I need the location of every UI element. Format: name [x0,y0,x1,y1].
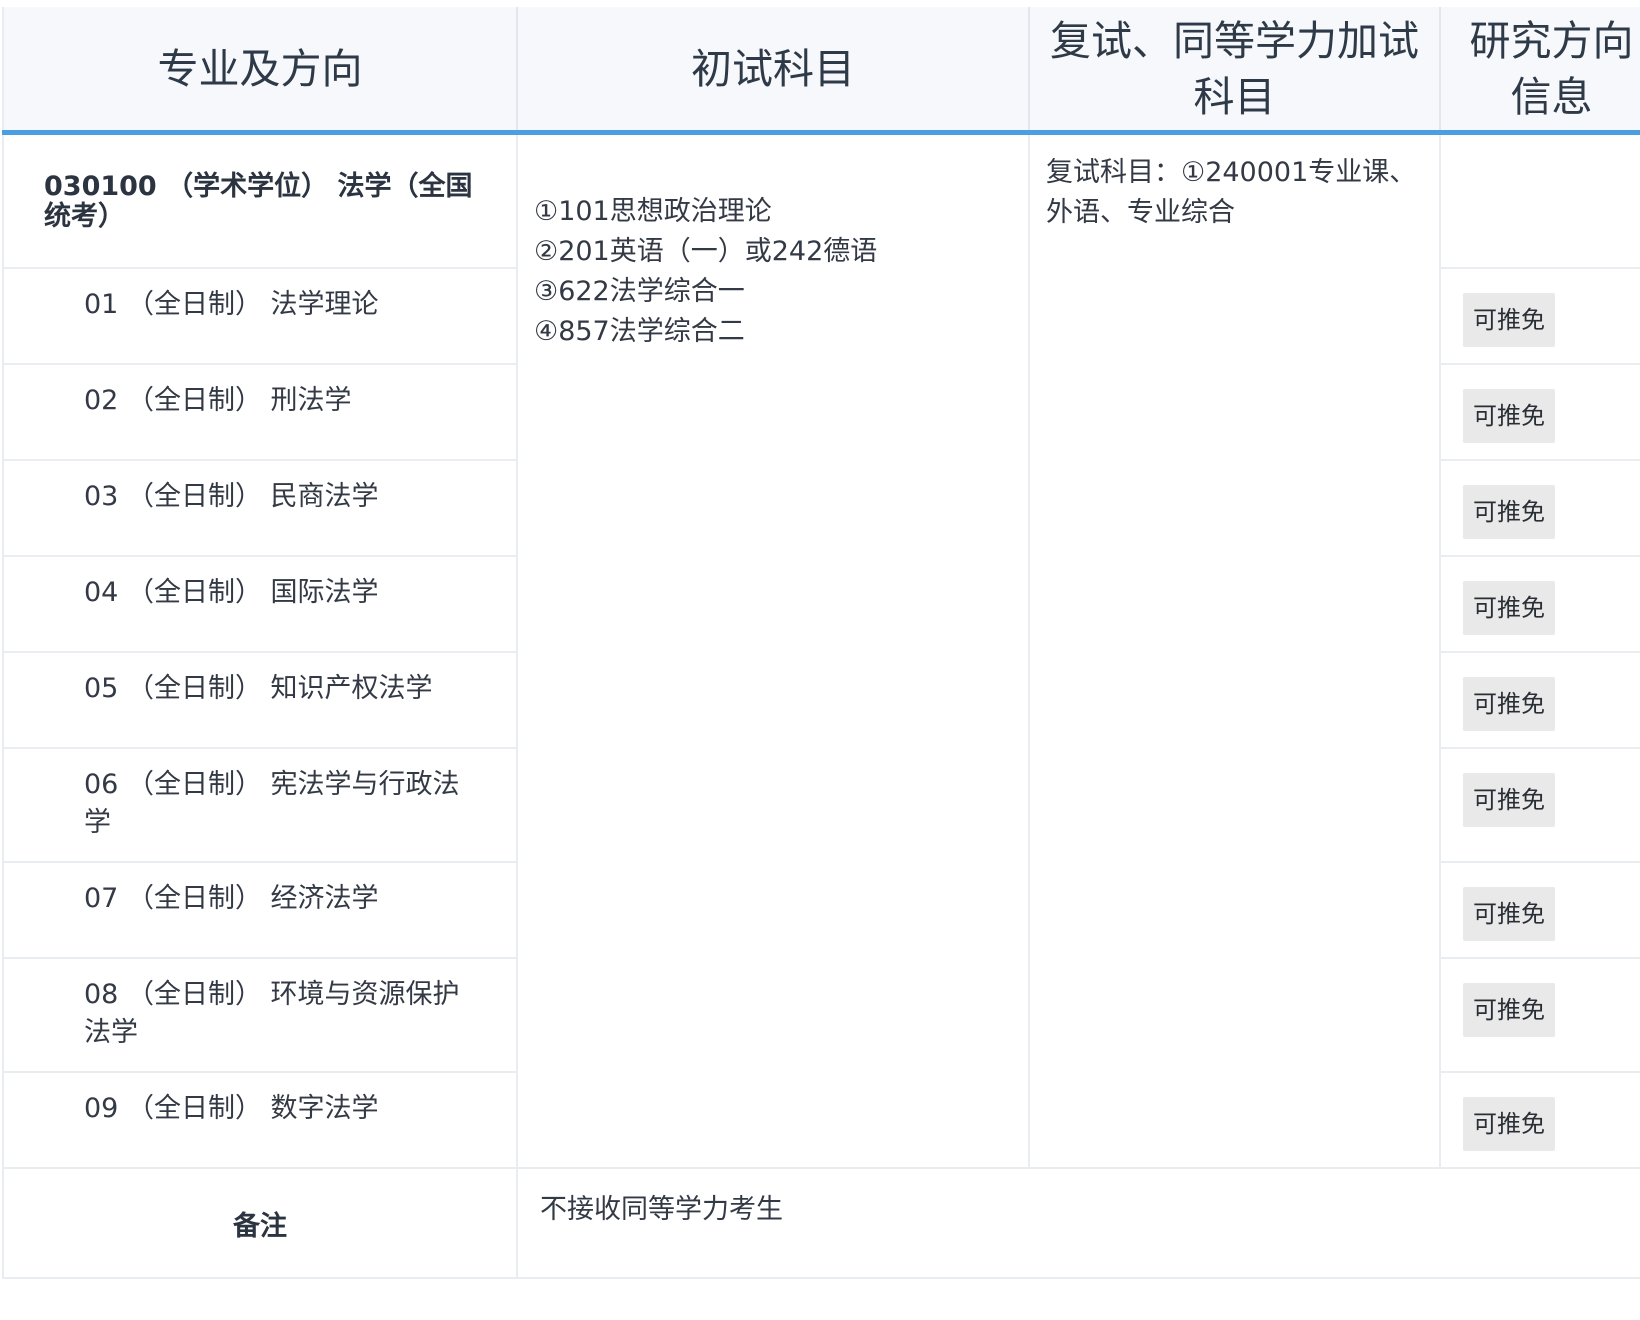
recommend-exempt-badge: 可推免 [1463,1097,1555,1151]
remarks-label: 备注 [2,1168,518,1279]
research-info-cell: 可推免 [1440,460,1640,557]
initial-subject-item: ③622法学综合一 [534,276,745,307]
research-info-cell: 可推免 [1440,958,1640,1073]
retest-subjects: 复试科目：①240001专业课、外语、专业综合 [1046,157,1417,228]
direction-label: 03 （全日制） 民商法学 [84,481,379,512]
remarks-row: 备注 不接收同等学力考生 [2,1168,1640,1279]
research-info-cell: 可推免 [1440,652,1640,749]
direction-cell: 03 （全日制） 民商法学 [2,460,518,557]
header-retest-subjects: 复试、同等学力加试科目 [1029,7,1441,135]
recommend-exempt-badge: 可推免 [1463,485,1555,539]
research-info-cell: 可推免 [1440,748,1640,863]
major-row: 030100 （学术学位） 法学（全国统考） ①101思想政治理论 ②201英语… [2,132,1640,1169]
direction-label: 02 （全日制） 刑法学 [84,385,352,416]
direction-cell: 06 （全日制） 宪法学与行政法学 [2,748,518,863]
direction-cell: 07 （全日制） 经济法学 [2,862,518,959]
catalog-page: 专业及方向 初试科目 复试、同等学力加试科目 研究方向信息 030100 （学术… [0,0,1640,1320]
direction-label: 09 （全日制） 数字法学 [84,1093,379,1124]
direction-cell: 05 （全日制） 知识产权法学 [2,652,518,749]
direction-label: 04 （全日制） 国际法学 [84,577,379,608]
initial-subjects-list: ①101思想政治理论 ②201英语（一）或242德语 ③622法学综合一 ④85… [518,135,1028,352]
direction-label: 07 （全日制） 经济法学 [84,883,379,914]
direction-label: 06 （全日制） 宪法学与行政法学 [84,769,460,838]
initial-subjects-cell: ①101思想政治理论 ②201英语（一）或242德语 ③622法学综合一 ④85… [517,132,1030,1169]
direction-cell: 08 （全日制） 环境与资源保护法学 [2,958,518,1073]
initial-subject-item: ②201英语（一）或242德语 [534,236,878,267]
direction-cell: 02 （全日制） 刑法学 [2,364,518,461]
table-header-row: 专业及方向 初试科目 复试、同等学力加试科目 研究方向信息 [2,7,1640,135]
header-initial-subjects: 初试科目 [517,7,1030,135]
header-research-info: 研究方向信息 [1440,7,1640,135]
retest-subjects-cell: 复试科目：①240001专业课、外语、专业综合 [1029,132,1441,1169]
direction-cell: 01 （全日制） 法学理论 [2,268,518,365]
research-info-cell: 可推免 [1440,364,1640,461]
remarks-value: 不接收同等学力考生 [540,1194,783,1225]
initial-subject-item: ④857法学综合二 [534,316,745,347]
major-title: 030100 （学术学位） 法学（全国统考） [44,171,473,232]
remarks-value-cell: 不接收同等学力考生 [517,1168,1640,1279]
research-info-cell: 可推免 [1440,268,1640,365]
recommend-exempt-badge: 可推免 [1463,389,1555,443]
direction-cell: 04 （全日制） 国际法学 [2,556,518,653]
research-info-cell: 可推免 [1440,556,1640,653]
direction-label: 08 （全日制） 环境与资源保护法学 [84,979,460,1048]
recommend-exempt-badge: 可推免 [1463,983,1555,1037]
initial-subject-item: ①101思想政治理论 [534,196,772,227]
recommend-exempt-badge: 可推免 [1463,581,1555,635]
recommend-exempt-badge: 可推免 [1463,887,1555,941]
research-info-cell: 可推免 [1440,862,1640,959]
major-title-cell: 030100 （学术学位） 法学（全国统考） [2,132,518,269]
research-info-empty-cell [1440,132,1640,269]
direction-label: 01 （全日制） 法学理论 [84,289,379,320]
direction-label: 05 （全日制） 知识产权法学 [84,673,433,704]
recommend-exempt-badge: 可推免 [1463,677,1555,731]
recommend-exempt-badge: 可推免 [1463,773,1555,827]
research-info-cell: 可推免 [1440,1072,1640,1169]
recommend-exempt-badge: 可推免 [1463,293,1555,347]
direction-cell: 09 （全日制） 数字法学 [2,1072,518,1169]
admission-catalog-table: 专业及方向 初试科目 复试、同等学力加试科目 研究方向信息 030100 （学术… [2,7,1640,1279]
header-major-direction: 专业及方向 [2,7,518,135]
